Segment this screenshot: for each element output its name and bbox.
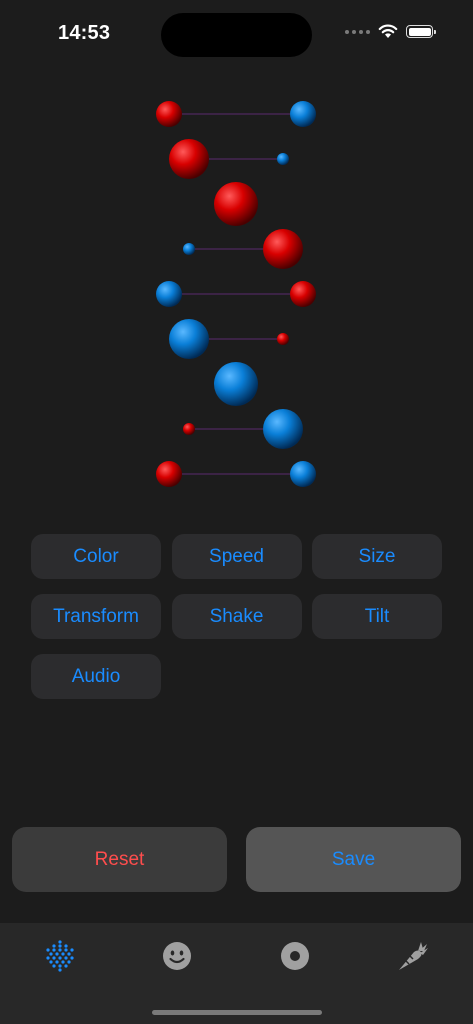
transform-button[interactable]: Transform bbox=[31, 594, 161, 639]
helix-sphere-blue bbox=[156, 281, 182, 307]
tab-carrot[interactable] bbox=[388, 931, 438, 981]
record-icon bbox=[281, 942, 309, 970]
helix-visualization bbox=[156, 101, 316, 487]
tab-record[interactable] bbox=[270, 931, 320, 981]
helix-sphere-red bbox=[183, 423, 195, 435]
helix-sphere-red bbox=[277, 333, 289, 345]
helix-sphere-red bbox=[263, 229, 303, 269]
color-button[interactable]: Color bbox=[31, 534, 161, 579]
helix-sphere-blue bbox=[263, 409, 303, 449]
helix-sphere-red bbox=[156, 101, 182, 127]
options-grid: Color Speed Size Transform Shake Tilt Au… bbox=[31, 534, 442, 699]
helix-sphere-red bbox=[290, 281, 316, 307]
tab-helix[interactable] bbox=[35, 931, 85, 981]
helix-sphere-blue bbox=[290, 101, 316, 127]
helix-sphere-blue bbox=[277, 153, 289, 165]
helix-sphere-blue bbox=[183, 243, 195, 255]
tab-smiley[interactable] bbox=[152, 931, 202, 981]
tilt-button[interactable]: Tilt bbox=[312, 594, 442, 639]
helix-sphere-red bbox=[169, 139, 209, 179]
tab-bar bbox=[0, 923, 473, 1024]
size-button[interactable]: Size bbox=[312, 534, 442, 579]
helix-sphere-blue bbox=[169, 319, 209, 359]
helix-sphere-red bbox=[214, 182, 258, 226]
home-indicator bbox=[152, 1010, 322, 1015]
speed-button[interactable]: Speed bbox=[171, 534, 302, 579]
helix-sphere-red bbox=[156, 461, 182, 487]
audio-button[interactable]: Audio bbox=[31, 654, 161, 699]
reset-button[interactable]: Reset bbox=[12, 827, 227, 892]
shake-button[interactable]: Shake bbox=[171, 594, 302, 639]
smiley-icon bbox=[163, 942, 191, 970]
carrot-icon bbox=[399, 942, 428, 970]
helix-dots-icon bbox=[46, 940, 74, 972]
save-button[interactable]: Save bbox=[246, 827, 461, 892]
helix-sphere-blue bbox=[290, 461, 316, 487]
helix-sphere-blue bbox=[214, 362, 258, 406]
